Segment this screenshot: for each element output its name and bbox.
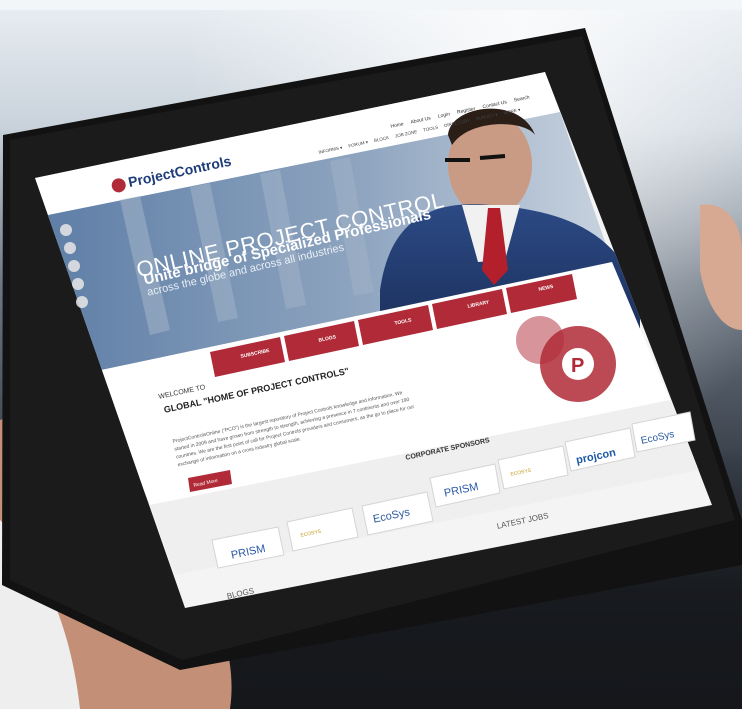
- right-hand: [700, 204, 742, 330]
- logo-p-icon: [110, 177, 128, 194]
- svg-text:P: P: [571, 355, 584, 377]
- tablet-scene: P: [0, 28, 742, 709]
